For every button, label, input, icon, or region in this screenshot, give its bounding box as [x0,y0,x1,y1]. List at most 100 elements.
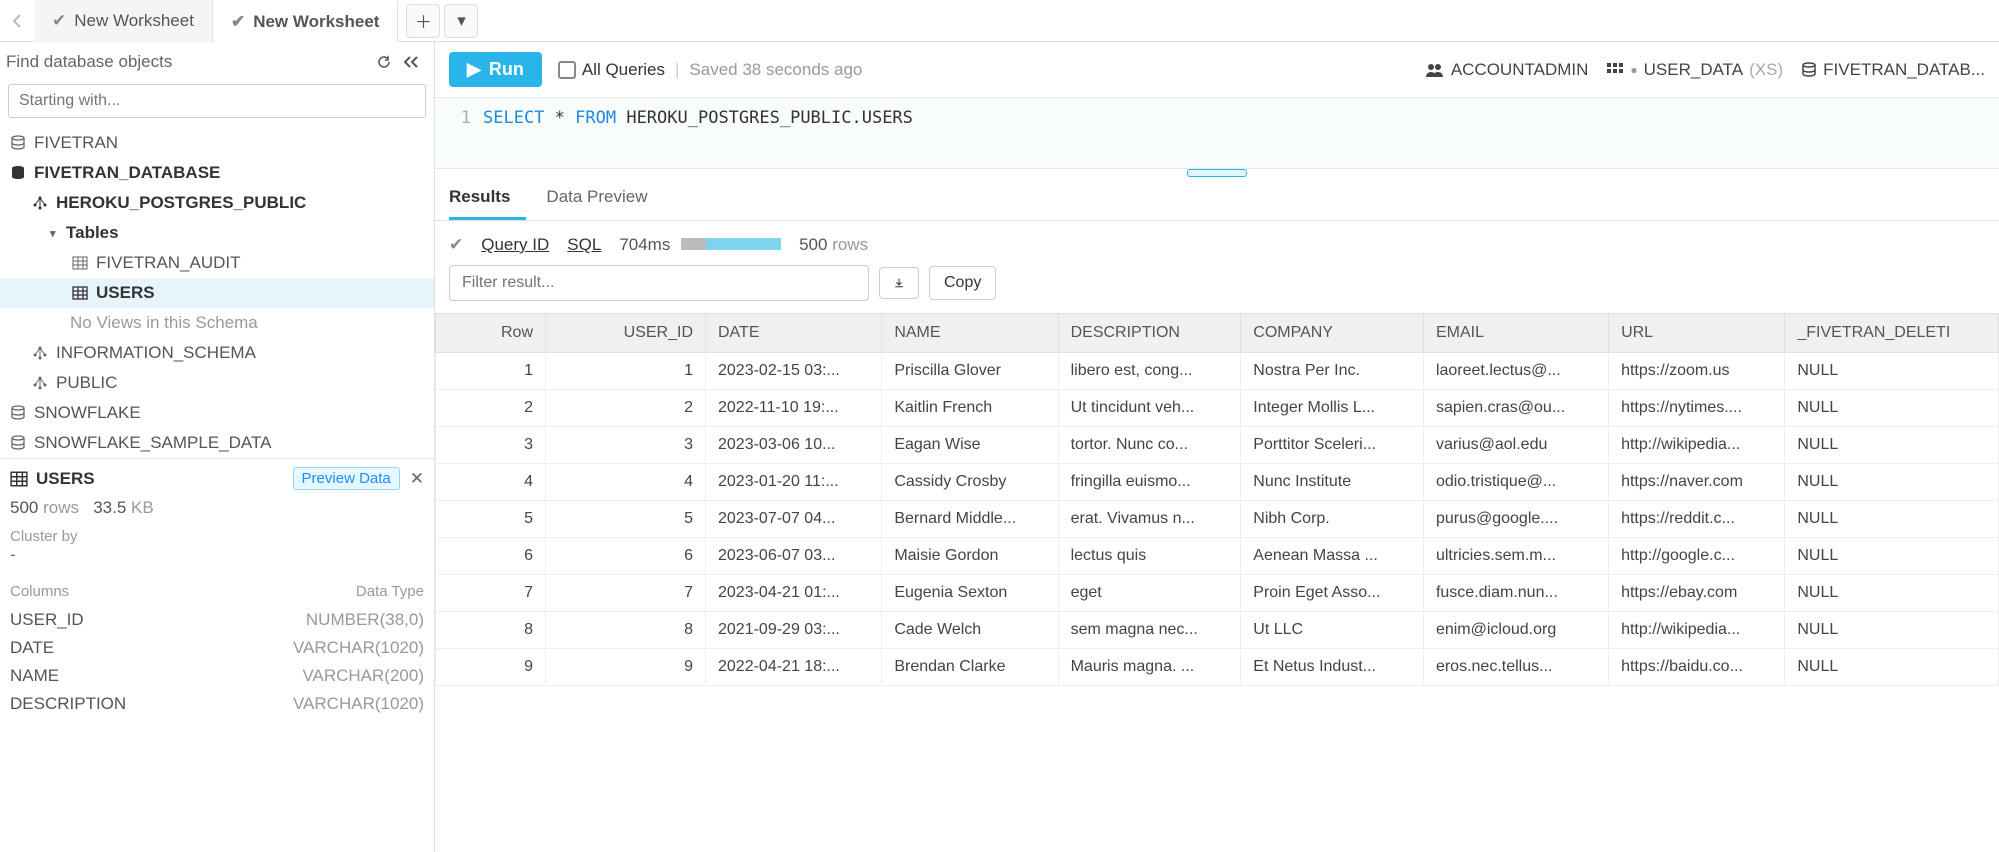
table-row[interactable]: 772023-04-21 01:...Eugenia SextonegetPro… [436,575,1999,612]
table-icon [70,286,90,300]
table-row[interactable]: 112023-02-15 03:...Priscilla Gloverliber… [436,353,1999,390]
table-cell: 8 [546,612,706,649]
schema-public[interactable]: PUBLIC [0,368,434,398]
run-label: Run [489,59,524,80]
table-row[interactable]: 662023-06-07 03...Maisie Gordonlectus qu… [436,538,1999,575]
play-icon: ▶ [467,59,481,80]
table-cell: 8 [436,612,546,649]
query-id-link[interactable]: Query ID [481,235,549,255]
column-header[interactable]: NAME [882,314,1058,353]
table-cell: 2022-04-21 18:... [706,649,882,686]
tab-results[interactable]: Results [449,177,526,220]
table-cell: 5 [436,501,546,538]
table-cell: Porttitor Sceleri... [1241,427,1424,464]
column-type: VARCHAR(1020) [293,694,424,714]
table-cell: Mauris magna. ... [1058,649,1241,686]
worksheet-toolbar: ▶ Run All Queries | Saved 38 seconds ago… [435,42,1999,98]
table-cell: odio.tristique@... [1423,464,1608,501]
table-cell: NULL [1785,427,1999,464]
worksheet-tabs: ✔ New Worksheet ✔ New Worksheet ＋ ▾ [0,0,1999,42]
table-cell: eros.nec.tellus... [1423,649,1608,686]
sql-link[interactable]: SQL [567,235,601,255]
check-icon: ✔ [52,11,66,31]
column-header[interactable]: Row [436,314,546,353]
column-row[interactable]: DATEVARCHAR(1020) [10,634,424,662]
caret-down-icon: ▾ [50,227,62,240]
table-cell: https://ebay.com [1609,575,1785,612]
close-panel-button[interactable]: ✕ [410,469,424,489]
table-row[interactable]: 442023-01-20 11:...Cassidy Crosbyfringil… [436,464,1999,501]
tables-node[interactable]: ▾ Tables [0,218,434,248]
database-selector[interactable]: FIVETRAN_DATAB... [1801,60,1985,80]
collapse-sidebar-button[interactable] [400,50,424,74]
column-header[interactable]: _FIVETRAN_DELETI [1785,314,1999,353]
warehouse-selector[interactable]: ● USER_DATA (XS) [1606,60,1783,80]
column-row[interactable]: NAMEVARCHAR(200) [10,662,424,690]
column-row[interactable]: DESCRIPTIONVARCHAR(1020) [10,690,424,718]
table-cell: Brendan Clarke [882,649,1058,686]
table-cell: http://wikipedia... [1609,612,1785,649]
run-button[interactable]: ▶ Run [449,52,542,87]
column-header[interactable]: EMAIL [1423,314,1608,353]
schema-information[interactable]: INFORMATION_SCHEMA [0,338,434,368]
sql-editor[interactable]: 1 SELECT * FROM HEROKU_POSTGRES_PUBLIC.U… [435,98,1999,169]
db-snowflake-sample[interactable]: SNOWFLAKE_SAMPLE_DATA [0,428,434,458]
column-header[interactable]: COMPANY [1241,314,1424,353]
result-tabs: Results Data Preview [435,177,1999,221]
results-grid[interactable]: RowUSER_IDDATENAMEDESCRIPTIONCOMPANYEMAI… [435,313,1999,686]
download-button[interactable] [879,267,919,299]
table-cell: 3 [436,427,546,464]
column-header[interactable]: USER_ID [546,314,706,353]
column-header[interactable]: URL [1609,314,1785,353]
table-cell: https://naver.com [1609,464,1785,501]
role-selector[interactable]: ACCOUNTADMIN [1425,60,1589,80]
table-cell: Nunc Institute [1241,464,1424,501]
table-users[interactable]: USERS [0,278,434,308]
resize-handle[interactable] [435,169,1999,177]
table-cell: https://baidu.co... [1609,649,1785,686]
all-queries-checkbox[interactable]: All Queries [558,60,665,80]
table-row[interactable]: 992022-04-21 18:...Brendan ClarkeMauris … [436,649,1999,686]
column-row[interactable]: USER_IDNUMBER(38,0) [10,606,424,634]
add-tab-button[interactable]: ＋ [406,4,440,38]
table-row[interactable]: 552023-07-07 04...Bernard Middle...erat.… [436,501,1999,538]
db-fivetran[interactable]: FIVETRAN [0,128,434,158]
table-cell: fringilla euismo... [1058,464,1241,501]
table-cell: Eagan Wise [882,427,1058,464]
cluster-value: - [10,545,424,577]
table-cell: 6 [436,538,546,575]
table-cell: https://nytimes.... [1609,390,1785,427]
table-name: USERS [36,469,293,489]
cluster-label: Cluster by [10,528,424,545]
refresh-button[interactable] [372,50,396,74]
table-cell: varius@aol.edu [1423,427,1608,464]
tab-menu-button[interactable]: ▾ [444,4,478,38]
tab-data-preview[interactable]: Data Preview [546,177,663,220]
table-row[interactable]: 882021-09-29 03:...Cade Welchsem magna n… [436,612,1999,649]
schema-icon [30,375,50,391]
table-cell: NULL [1785,538,1999,575]
schema-heroku[interactable]: HEROKU_POSTGRES_PUBLIC [0,188,434,218]
table-cell: lectus quis [1058,538,1241,575]
column-header[interactable]: DATE [706,314,882,353]
copy-button[interactable]: Copy [929,266,996,300]
table-row[interactable]: 332023-03-06 10...Eagan Wisetortor. Nunc… [436,427,1999,464]
table-cell: 2023-02-15 03:... [706,353,882,390]
download-icon [894,275,904,291]
object-search-input[interactable] [8,84,426,118]
tab-back-button[interactable] [0,0,34,42]
tab-worksheet-1[interactable]: ✔ New Worksheet [34,0,213,42]
table-row[interactable]: 222022-11-10 19:...Kaitlin FrenchUt tinc… [436,390,1999,427]
status-dot-icon: ● [1630,63,1637,77]
column-header[interactable]: DESCRIPTION [1058,314,1241,353]
db-fivetran-database[interactable]: FIVETRAN_DATABASE [0,158,434,188]
preview-data-button[interactable]: Preview Data [293,467,400,490]
table-fivetran-audit[interactable]: FIVETRAN_AUDIT [0,248,434,278]
db-snowflake[interactable]: SNOWFLAKE [0,398,434,428]
filter-result-input[interactable] [449,265,869,301]
column-name: NAME [10,666,59,686]
table-cell: 7 [436,575,546,612]
table-cell: 2 [546,390,706,427]
tab-label: New Worksheet [74,11,194,31]
tab-worksheet-2[interactable]: ✔ New Worksheet [213,0,399,42]
